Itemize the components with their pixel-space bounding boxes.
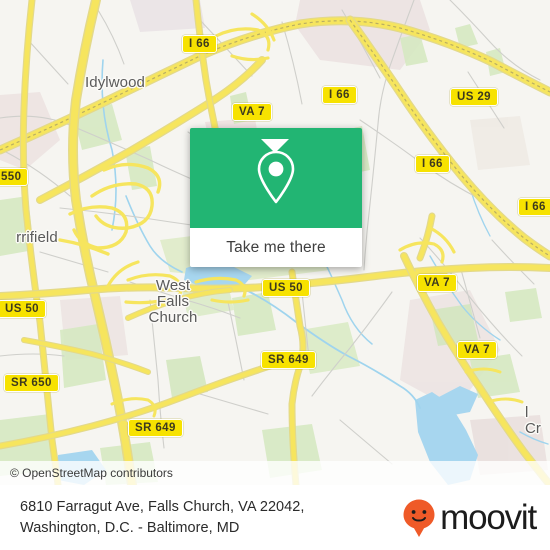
map-attribution-bar: © OpenStreetMap contributors <box>0 461 550 485</box>
highway-shield[interactable]: SR 649 <box>128 419 183 437</box>
highway-shield[interactable]: I 66 <box>182 35 217 53</box>
highway-shield[interactable]: VA 7 <box>232 103 272 121</box>
moovit-brand[interactable]: moovit <box>402 498 537 538</box>
highway-shield[interactable]: I 66 <box>415 155 450 173</box>
highway-shield[interactable]: VA 7 <box>457 341 497 359</box>
footer-bar: 6810 Farragut Ave, Falls Church, VA 2204… <box>0 485 550 550</box>
popup-pointer-tail <box>261 139 289 153</box>
popup-action-row[interactable]: Take me there <box>190 228 362 267</box>
highway-shield[interactable]: US 29 <box>450 88 498 106</box>
map-canvas[interactable]: .road-casing { fill:none; stroke:#e3d98a… <box>0 0 550 485</box>
highway-shield[interactable]: I 66 <box>518 198 550 216</box>
highway-shield[interactable]: I 66 <box>322 86 357 104</box>
take-me-there-label: Take me there <box>226 238 326 256</box>
map-screenshot: .road-casing { fill:none; stroke:#e3d98a… <box>0 0 550 550</box>
attribution-text[interactable]: © OpenStreetMap contributors <box>0 466 173 480</box>
highway-shield[interactable]: US 50 <box>0 300 46 318</box>
highway-shield[interactable]: VA 7 <box>417 274 457 292</box>
highway-shield[interactable]: US 50 <box>262 279 310 297</box>
moovit-smiley-pin-icon <box>403 499 435 537</box>
highway-shield[interactable]: SR 649 <box>261 351 316 369</box>
highway-shield[interactable]: 550 <box>0 168 29 186</box>
highway-shield[interactable]: SR 650 <box>4 374 59 392</box>
map-pin-icon <box>257 150 295 204</box>
address-text: 6810 Farragut Ave, Falls Church, VA 2204… <box>20 498 305 536</box>
moovit-wordmark: moovit <box>440 498 537 537</box>
